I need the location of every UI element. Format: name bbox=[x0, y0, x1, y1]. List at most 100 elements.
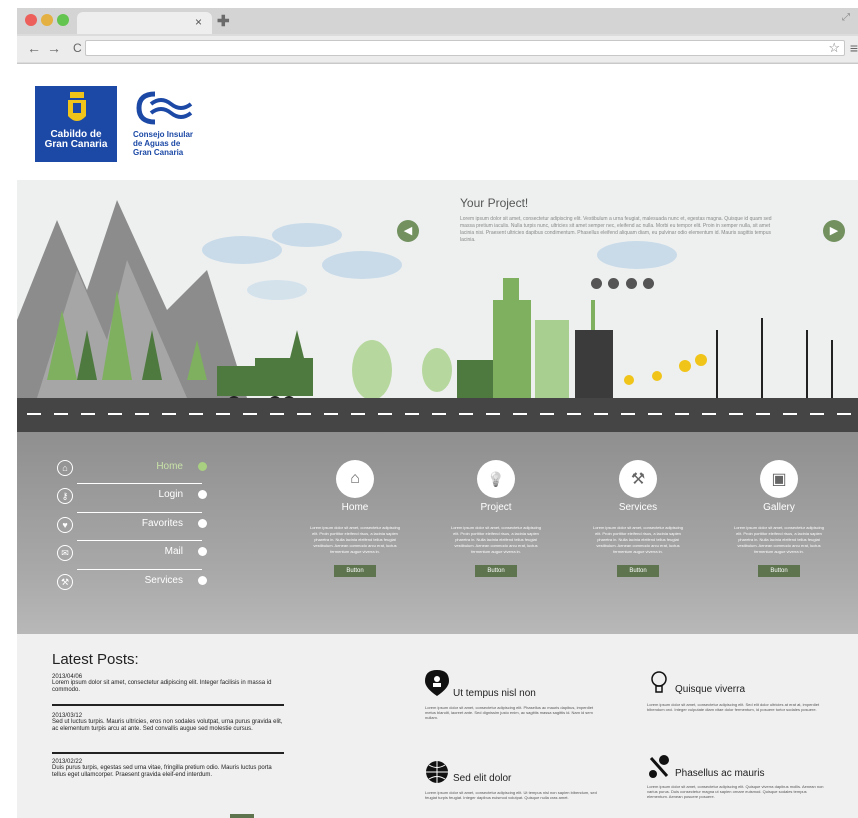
post-text: Sed ut luctus turpis. Mauris ultricies, … bbox=[52, 719, 283, 732]
road-dash bbox=[108, 413, 122, 415]
road-dash bbox=[648, 413, 662, 415]
reload-icon[interactable]: C bbox=[73, 41, 82, 55]
card-text: Lorem ipsum dolor sit amet, consectetur … bbox=[450, 525, 542, 554]
road-dash bbox=[81, 413, 95, 415]
nav-divider bbox=[77, 512, 202, 513]
feature-text: Lorem ipsum dolor sit amet, consectetur … bbox=[647, 784, 824, 799]
slider-dot[interactable] bbox=[625, 278, 637, 289]
card-button[interactable]: Button bbox=[334, 565, 376, 577]
nav-item-login[interactable]: ⚷ Login bbox=[57, 486, 207, 508]
road-dash bbox=[324, 413, 338, 415]
post-text: Duis purus turpis, egestas sed urna vita… bbox=[52, 765, 272, 778]
slider-dot[interactable] bbox=[591, 278, 602, 289]
road bbox=[17, 398, 858, 432]
card-title: Gallery bbox=[763, 502, 795, 513]
road-dash bbox=[513, 413, 527, 415]
latest-posts-section: Latest Posts: 2013/04/06 Lorem ipsum dol… bbox=[17, 634, 858, 818]
card-button[interactable]: Button bbox=[475, 565, 517, 577]
water-waves-icon bbox=[136, 91, 193, 125]
logo-text: Consejo Insular de Aguas de Gran Canaria bbox=[133, 130, 194, 157]
close-tab-icon[interactable]: × bbox=[195, 15, 202, 29]
tools-icon[interactable]: ⚒ bbox=[619, 460, 657, 498]
card-text: Lorem ipsum dolor sit amet, consectetur … bbox=[733, 525, 825, 554]
nav-bullet bbox=[198, 519, 207, 528]
nav-bullet bbox=[198, 576, 207, 585]
logo-text: Cabildo de Gran Canaria bbox=[44, 129, 108, 150]
card-title: Home bbox=[341, 502, 369, 513]
feature-title: Sed elit dolor bbox=[453, 773, 512, 784]
home-icon[interactable]: ⌂ bbox=[336, 460, 374, 498]
card-home: ⌂ Home Lorem ipsum dolor sit amet, conse… bbox=[295, 460, 415, 577]
nav-item-home[interactable]: ⌂ Home bbox=[57, 458, 207, 480]
feature-text: Lorem ipsum dolor sit amet, consectetur … bbox=[425, 790, 597, 800]
post-item[interactable]: 2013/02/22 Duis purus turpis, egestas se… bbox=[52, 759, 284, 779]
mail-icon: ✉ bbox=[57, 545, 73, 561]
road-dash bbox=[621, 413, 635, 415]
new-tab-icon[interactable]: ✚ bbox=[217, 12, 230, 30]
card-text: Lorem ipsum dolor sit amet, consectetur … bbox=[309, 525, 401, 554]
road-dash bbox=[756, 413, 770, 415]
location-person-icon bbox=[425, 670, 449, 696]
road-dash bbox=[702, 413, 716, 415]
address-bar[interactable]: ☆ bbox=[85, 40, 845, 56]
hero-title: Your Project! bbox=[460, 196, 529, 210]
image-icon[interactable]: ▣ bbox=[760, 460, 798, 498]
resize-icon[interactable]: ⤢ bbox=[842, 12, 850, 23]
road-dash bbox=[567, 413, 581, 415]
road-dash bbox=[54, 413, 68, 415]
road-dash bbox=[594, 413, 608, 415]
card-title: Services bbox=[618, 502, 658, 513]
slider-dot[interactable] bbox=[643, 278, 655, 289]
post-item[interactable]: 2013/04/06 Lorem ipsum dolor sit amet, c… bbox=[52, 674, 284, 694]
cabildo-logo[interactable]: Cabildo de Gran Canaria bbox=[35, 86, 117, 162]
close-window-button[interactable] bbox=[25, 14, 37, 26]
road-dash bbox=[351, 413, 365, 415]
nav-item-services[interactable]: ⚒ Services bbox=[57, 572, 207, 594]
lightbulb-icon bbox=[651, 671, 667, 693]
lightbulb-icon[interactable]: 💡 bbox=[477, 460, 515, 498]
slider-next-button[interactable]: ▶ bbox=[823, 220, 845, 242]
tab-bar: × ✚ ⤢ bbox=[17, 8, 858, 34]
browser-menu-icon[interactable]: ≡ bbox=[850, 40, 858, 56]
hero-text: Lorem ipsum dolor sit amet, consectetur … bbox=[460, 216, 772, 243]
back-icon[interactable]: ← bbox=[27, 40, 41, 56]
feature-text: Lorem ipsum dolor sit amet, consectetur … bbox=[647, 702, 820, 712]
minimize-window-button[interactable] bbox=[41, 14, 53, 26]
road-dash bbox=[837, 413, 851, 415]
coat-of-arms-icon bbox=[68, 92, 86, 121]
key-icon: ⚷ bbox=[57, 488, 73, 504]
slider-prev-button[interactable]: ◀ bbox=[397, 220, 419, 242]
road-dash bbox=[135, 413, 149, 415]
maximize-window-button[interactable] bbox=[57, 14, 69, 26]
globe-icon bbox=[426, 761, 448, 783]
nav-bullet bbox=[198, 547, 207, 556]
hero-slider: Your Project! Lorem ipsum dolor sit amet… bbox=[17, 180, 858, 432]
nav-divider bbox=[77, 483, 202, 484]
heart-icon: ♥ bbox=[57, 517, 73, 533]
feature-title: Ut tempus nisl non bbox=[453, 688, 536, 699]
road-dash bbox=[297, 413, 311, 415]
slider-dot[interactable] bbox=[608, 278, 620, 289]
bookmark-star-icon[interactable]: ☆ bbox=[828, 40, 840, 56]
card-button[interactable]: Button bbox=[617, 565, 659, 577]
tools-icon: ⚒ bbox=[57, 574, 73, 590]
post-text: Lorem ipsum dolor sit amet, consectetur … bbox=[52, 680, 272, 693]
road-dash bbox=[675, 413, 689, 415]
road-dash bbox=[216, 413, 230, 415]
nav-item-favorites[interactable]: ♥ Favorites bbox=[57, 515, 207, 537]
post-divider bbox=[52, 752, 284, 754]
feature-title: Quisque viverra bbox=[675, 684, 746, 695]
road-dash bbox=[540, 413, 554, 415]
forward-icon[interactable]: → bbox=[47, 40, 61, 56]
nav-bullet bbox=[198, 462, 207, 471]
browser-tab[interactable]: × bbox=[77, 12, 212, 34]
browser-window: × ✚ ⤢ ← → C ☆ ≡ bbox=[17, 8, 858, 64]
nav-item-label: Login bbox=[158, 489, 183, 500]
post-item[interactable]: 2013/03/12 Sed ut luctus turpis. Mauris … bbox=[52, 713, 284, 733]
card-gallery: ▣ Gallery Lorem ipsum dolor sit amet, co… bbox=[719, 460, 839, 577]
consejo-aguas-logo[interactable]: Consejo Insular de Aguas de Gran Canaria bbox=[133, 90, 213, 160]
nav-item-mail[interactable]: ✉ Mail bbox=[57, 543, 207, 565]
card-text: Lorem ipsum dolor sit amet, consectetur … bbox=[592, 525, 684, 554]
card-button[interactable]: Button bbox=[758, 565, 800, 577]
footer-accent bbox=[230, 814, 254, 818]
